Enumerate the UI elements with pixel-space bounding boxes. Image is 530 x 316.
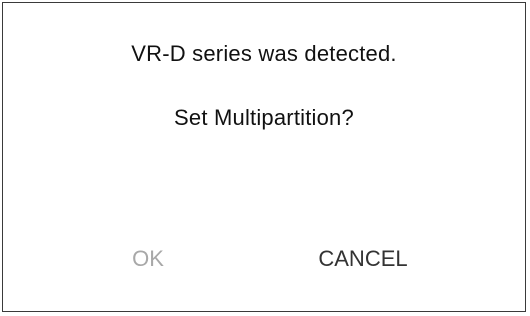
detection-message: VR-D series was detected. xyxy=(131,41,397,66)
cancel-button[interactable]: CANCEL xyxy=(288,243,438,275)
ok-button[interactable]: OK xyxy=(103,243,193,275)
confirm-dialog: VR-D series was detected. Set Multiparti… xyxy=(2,2,526,312)
multipartition-question: Set Multipartition? xyxy=(174,105,354,130)
